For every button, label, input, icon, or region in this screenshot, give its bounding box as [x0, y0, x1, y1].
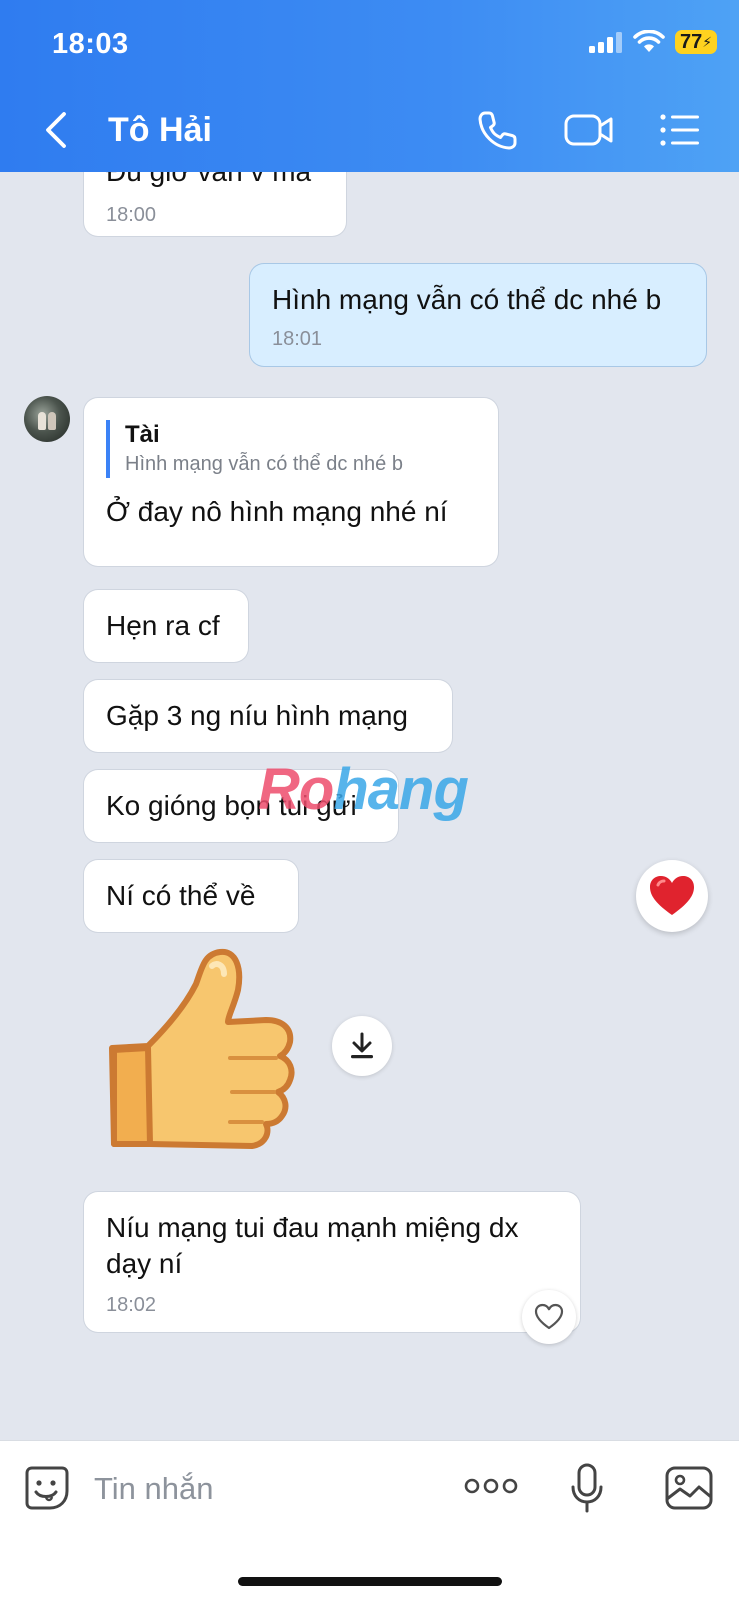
react-like-button[interactable] [522, 1290, 576, 1344]
message-bubble-received[interactable]: Đủ giờ vẫn v mà 18:00 [84, 172, 346, 236]
battery-level: 77 [679, 30, 703, 53]
message-input[interactable]: Tin nhắn [94, 1471, 214, 1507]
message-text: Gặp 3 ng níu hình mạng [106, 700, 408, 731]
message-text: Đủ giờ vẫn v mà [106, 172, 324, 190]
heart-outline-icon [534, 1303, 564, 1330]
message-time: 18:02 [106, 1294, 157, 1316]
heart-icon [650, 876, 694, 915]
message-input-bar: Tin nhắn [0, 1440, 739, 1601]
message-time: 18:00 [106, 204, 157, 226]
menu-list-icon[interactable] [658, 108, 702, 152]
image-gallery-icon[interactable] [664, 1465, 714, 1511]
back-arrow-icon[interactable] [40, 108, 72, 152]
more-options-icon[interactable] [464, 1477, 518, 1495]
heart-reaction[interactable] [636, 860, 708, 932]
message-text: Hình mạng vẫn có thể dc nhé b [272, 284, 662, 315]
contact-name[interactable]: Tô Hải [108, 111, 212, 150]
message-bubble-received[interactable]: Hẹn ra cf [84, 590, 248, 662]
emoji-sticker-icon[interactable] [24, 1465, 70, 1511]
quote-author: Tài [125, 421, 160, 448]
message-text: Hẹn ra cf [106, 610, 220, 641]
cellular-signal-icon [589, 32, 622, 53]
chat-header: 18:03 77 ⚡ Tô Hải [0, 0, 739, 172]
download-icon [351, 1032, 373, 1059]
phone-call-icon[interactable] [476, 108, 520, 152]
message-bubble-sent[interactable]: Hình mạng vẫn có thể dc nhé b 18:01 [250, 264, 706, 366]
quote-text: Hình mạng vẫn có thể dc nhé b [125, 453, 403, 475]
message-bubble-received[interactable]: Níu mạng tui đau mạnh miệng dx dạy ní 18… [84, 1192, 580, 1332]
quoted-message[interactable]: Tài Hình mạng vẫn có thể dc nhé b [106, 420, 476, 478]
charging-bolt-icon: ⚡ [702, 33, 713, 50]
status-icons: 77 ⚡ [589, 30, 717, 54]
reply-message-bubble[interactable]: Tài Hình mạng vẫn có thể dc nhé b Ở đay … [84, 398, 498, 566]
contact-avatar[interactable] [24, 396, 70, 442]
message-text: Ở đay nô hình mạng nhé ní [106, 496, 448, 527]
battery-indicator: 77 ⚡ [675, 30, 717, 54]
message-text: Ní có thể về [106, 880, 256, 911]
wifi-icon [633, 30, 665, 52]
download-button[interactable] [332, 1016, 392, 1076]
thumbs-up-sticker[interactable] [104, 946, 304, 1156]
message-text: Níu mạng tui đau mạnh miệng dx dạy ní [106, 1212, 519, 1279]
watermark-part2: hang [333, 757, 469, 822]
video-call-icon[interactable] [563, 108, 615, 152]
home-indicator[interactable] [238, 1577, 502, 1586]
message-bubble-received[interactable]: Ní có thể về [84, 860, 298, 932]
message-bubble-received[interactable]: Gặp 3 ng níu hình mạng [84, 680, 452, 752]
microphone-icon[interactable] [570, 1463, 604, 1515]
watermark-part1: Ro [258, 757, 334, 822]
status-time: 18:03 [52, 28, 129, 60]
message-time: 18:01 [272, 328, 323, 350]
watermark-logo: Rohang [258, 756, 469, 823]
message-list[interactable]: Đủ giờ vẫn v mà 18:00 Hình mạng vẫn có t… [0, 172, 739, 1440]
